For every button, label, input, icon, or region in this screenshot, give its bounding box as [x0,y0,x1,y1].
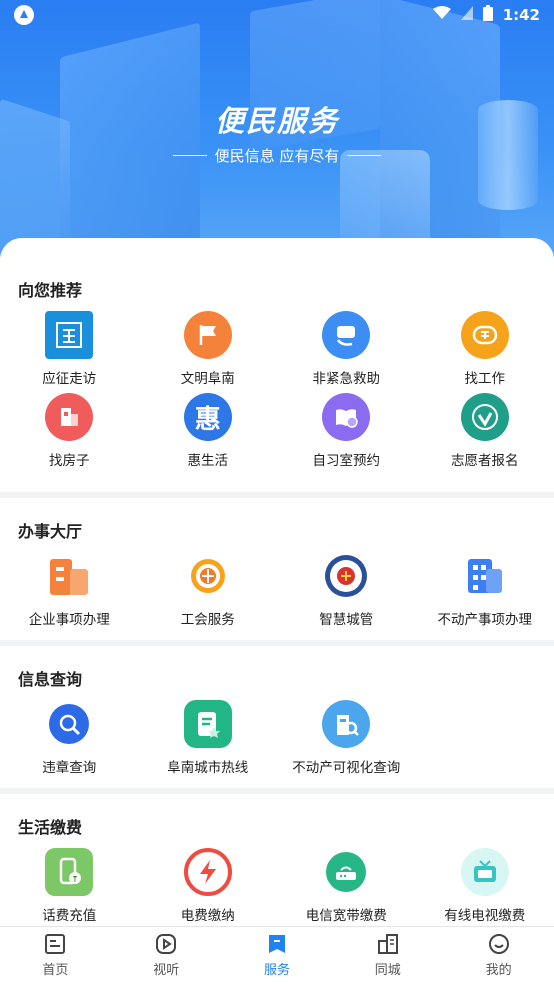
home-icon [44,933,66,955]
service-icon [266,933,288,955]
query-section: 信息查询 违章查询 阜南城市热线 不动产可视化查询 [0,646,554,788]
service-item-zhengzoufang[interactable]: 应征走访 [0,311,139,393]
electricity-icon [183,848,232,896]
broadband-icon [326,852,367,892]
tab-media[interactable]: 视听 [111,927,222,984]
hero-banner: 1:42 便民服务 便民信息 应有尽有 [0,0,554,270]
tab-label: 服务 [263,963,290,978]
union-icon [184,552,232,600]
emblem-icon [322,552,370,600]
status-time: 1:42 [502,6,540,24]
zheng-icon [45,311,94,359]
service-item-volunteer[interactable]: 志愿者报名 [416,393,554,475]
page-subtitle: 便民信息 应有尽有 [0,145,554,166]
hui-icon: 惠 [183,393,232,441]
tab-label: 我的 [485,963,512,978]
flag-icon [183,311,232,359]
house-icon [45,393,94,441]
phone-icon [322,311,371,359]
service-panel: 向您推荐 应征走访 文明阜南 非紧急救助 找工作 找房子 惠 惠生活 自习室预约… [0,238,554,926]
building-blue-icon [461,552,509,600]
page-title: 便民服务 [214,104,339,138]
service-item-electricity[interactable]: 电费缴纳 [139,848,278,926]
service-item-broadband[interactable]: 电信宽带缴费 [277,848,416,926]
tab-label: 视听 [153,963,180,978]
profile-icon [488,933,510,955]
tab-label: 首页 [42,963,69,978]
tab-label: 同城 [374,963,401,978]
battery-icon [482,5,493,25]
section-title-hall: 办事大厅 [18,522,83,541]
volunteer-icon [460,393,509,441]
payment-section: 生活缴费 话费充值 电费缴纳 电信宽带缴费 有线电视缴费 [0,794,554,926]
violation-icon [49,704,90,744]
service-item-huishenghuo[interactable]: 惠 惠生活 [139,393,278,475]
service-item-cable-tv[interactable]: 有线电视缴费 [416,848,554,926]
service-item-violation[interactable]: 违章查询 [0,700,139,786]
wifi-icon [432,6,451,24]
section-title-payment: 生活缴费 [18,818,83,837]
building-orange-icon [45,552,93,600]
service-item-feijinji[interactable]: 非紧急救助 [277,311,416,393]
section-title-recommend: 向您推荐 [18,281,83,300]
service-item-mobile-recharge[interactable]: 话费充值 [0,848,139,926]
service-item-city-management[interactable]: 智慧城管 [277,552,416,638]
signal-icon [460,6,473,24]
service-item-hotline[interactable]: 阜南城市热线 [139,700,278,786]
bottom-tab-bar: 首页 视听 服务 同城 我的 [0,926,554,984]
tv-icon [460,848,509,896]
service-item-union[interactable]: 工会服务 [139,552,278,638]
tab-service[interactable]: 服务 [222,927,333,984]
service-item-wenming[interactable]: 文明阜南 [139,311,278,393]
service-item-property-query[interactable]: 不动产可视化查询 [277,700,416,786]
service-item-enterprise[interactable]: 企业事项办理 [0,552,139,638]
city-icon [377,933,399,955]
section-title-query: 信息查询 [18,670,83,689]
property-icon [322,700,371,748]
book-icon [322,393,371,441]
hall-section: 办事大厅 企业事项办理 工会服务 智慧城管 不动产事项办理 [0,498,554,640]
status-bar: 1:42 [0,0,554,30]
service-item-house[interactable]: 找房子 [0,393,139,475]
tab-city[interactable]: 同城 [332,927,443,984]
hotline-icon [183,700,232,748]
tab-home[interactable]: 首页 [0,927,111,984]
mobile-icon [45,848,94,896]
app-status-icon [14,5,34,25]
play-icon [155,933,177,955]
tab-profile[interactable]: 我的 [443,927,554,984]
service-item-job[interactable]: 找工作 [416,311,554,393]
service-item-study-room[interactable]: 自习室预约 [277,393,416,475]
service-item-real-estate[interactable]: 不动产事项办理 [416,552,554,638]
hire-icon [460,311,509,359]
recommend-section: 向您推荐 应征走访 文明阜南 非紧急救助 找工作 找房子 惠 惠生活 自习室预约… [0,238,554,492]
